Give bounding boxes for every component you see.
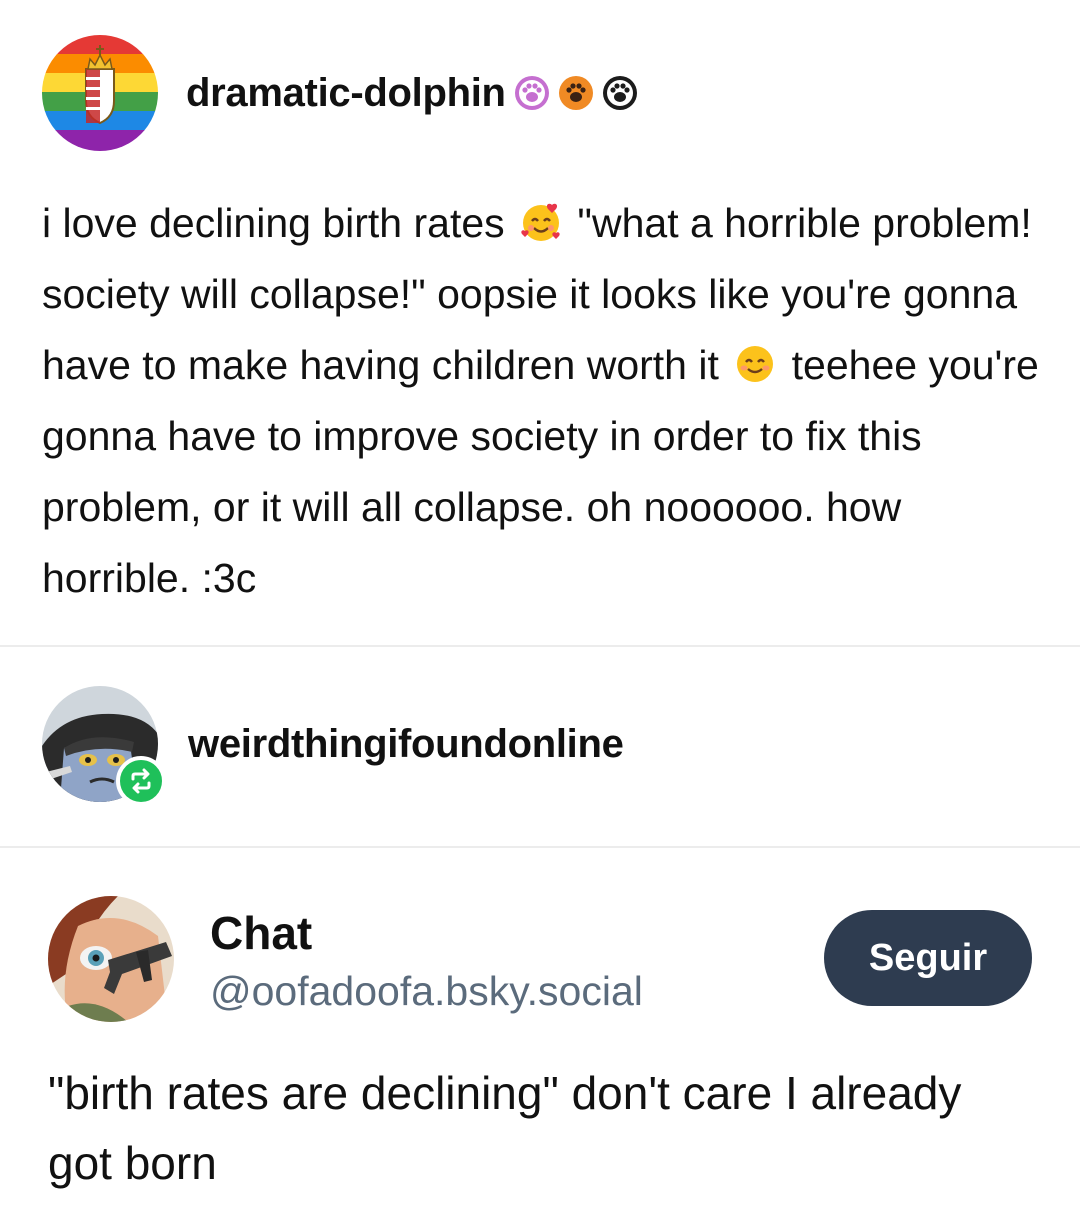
bsky-handle[interactable]: @oofadoofa.bsky.social	[210, 968, 643, 1015]
post-text-part-1: i love declining birth rates	[42, 200, 517, 246]
smiling-face-with-hearts-icon	[520, 194, 562, 241]
reblog-row: weirdthingifoundonline	[42, 684, 624, 806]
post-username[interactable]: dramatic-dolphin	[186, 71, 506, 116]
bsky-post-text: "birth rates are declining" don't care I…	[48, 1067, 962, 1189]
smiling-face-icon	[734, 336, 776, 382]
post-body: i love declining birth rates "what a hor…	[42, 188, 1052, 614]
follow-button[interactable]: Seguir	[824, 910, 1032, 1006]
post-header: dramatic-dolphin	[42, 34, 638, 152]
badge-group	[514, 75, 638, 111]
post-divider	[0, 645, 1080, 647]
bluesky-post-card: Chat @oofadoofa.bsky.social Seguir "birt…	[0, 848, 1080, 1207]
reblog-icon	[116, 756, 166, 806]
bsky-avatar[interactable]	[48, 896, 174, 1022]
user-avatar[interactable]	[42, 35, 158, 151]
reblogger-avatar-wrap[interactable]	[42, 686, 166, 806]
paw-badge-orange-icon[interactable]	[558, 75, 594, 111]
paw-badge-black-icon[interactable]	[602, 75, 638, 111]
bsky-display-name[interactable]: Chat	[210, 906, 312, 960]
tumblr-post: dramatic-dolphin i love declining birth …	[0, 0, 1080, 645]
paw-badge-pink-icon[interactable]	[514, 75, 550, 111]
reblogger-username[interactable]: weirdthingifoundonline	[188, 722, 624, 767]
painted-portrait-avatar-image	[48, 896, 174, 1022]
rainbow-flag-avatar-image	[42, 35, 158, 151]
